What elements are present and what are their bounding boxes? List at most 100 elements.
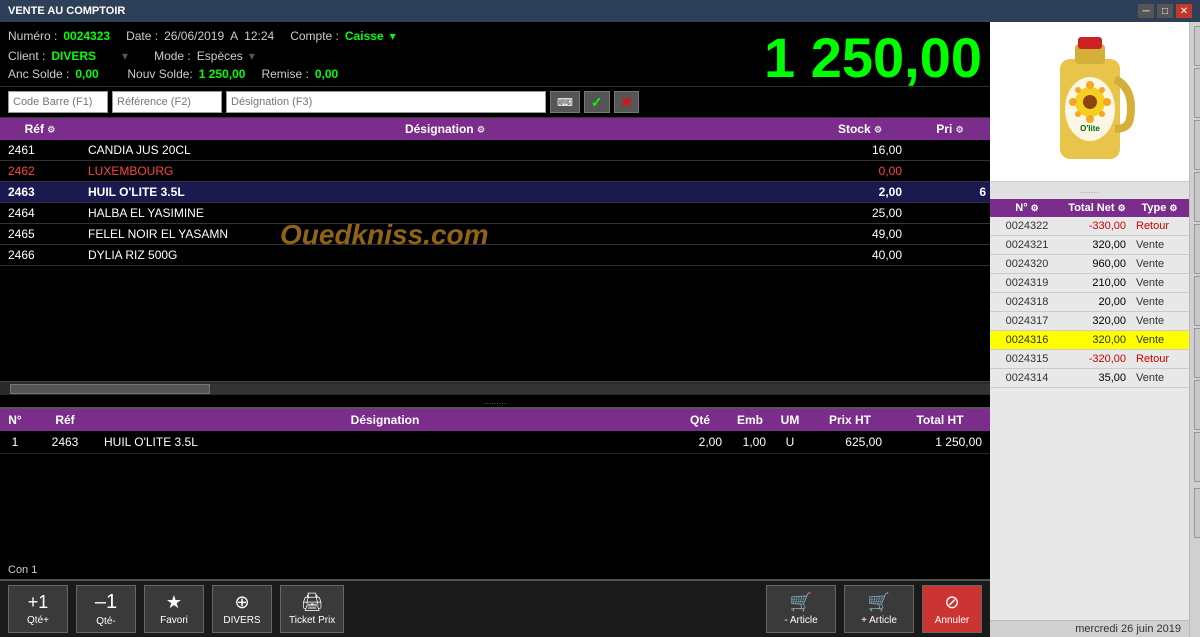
product-row-2463[interactable]: 2463 HUIL O'LITE 3.5L 2,00 6 — [0, 182, 990, 203]
qte-plus-button[interactable]: +1 Qté+ — [8, 585, 68, 633]
numero-value: 0024323 — [63, 29, 110, 43]
row-designation: DYLIA RIZ 500G — [80, 248, 810, 262]
maximize-button[interactable]: □ — [1157, 4, 1173, 18]
remise-label: Remise : — [261, 67, 308, 81]
product-row-2461[interactable]: 2461 CANDIA JUS 20CL 16,00 — [0, 140, 990, 161]
product-image-area: O'lite — [990, 22, 1189, 182]
designation-input[interactable] — [226, 91, 546, 113]
ticket-prix-button[interactable]: 🖨 Ticket Prix — [280, 585, 344, 633]
row-ref: 2462 — [0, 164, 80, 178]
row-designation: LUXEMBOURG — [80, 164, 810, 178]
trans-col-type: Type ⚙ — [1132, 202, 1187, 214]
row-ref: 2461 — [0, 143, 80, 157]
window-controls: ─ □ ✕ — [1138, 4, 1192, 18]
status-datetime: mercredi 26 juin 2019 — [1075, 623, 1181, 635]
close-button[interactable]: ✕ — [1176, 4, 1192, 18]
action-buttons: Vente 👤 Client 💳 S Crédit 💾 Avec Ticket … — [1189, 22, 1200, 637]
compte-label: Compte : — [290, 29, 339, 43]
confirm-button[interactable]: ✓ — [584, 91, 610, 113]
client-button[interactable]: 👤 Client — [1194, 68, 1200, 118]
trans-row-0024318[interactable]: 0024318 20,00 Vente — [990, 293, 1189, 312]
article-minus-button[interactable]: 🛒 - Article — [766, 585, 836, 633]
divers-button[interactable]: ⊕ DIVERS — [212, 585, 272, 633]
order-item-desig: HUIL O'LITE 3.5L — [100, 435, 670, 449]
transaction-section: N° ⚙ Total Net ⚙ Type ⚙ 0024322 -330,00 … — [990, 199, 1189, 620]
a-label: A — [230, 29, 238, 43]
app-title: VENTE AU COMPTOIR — [8, 5, 125, 17]
scredit-button[interactable]: 💳 S Crédit — [1194, 120, 1200, 170]
separator-dots-1: ......... — [0, 395, 990, 407]
trans-row-0024320[interactable]: 0024320 960,00 Vente — [990, 255, 1189, 274]
minus-icon: –1 — [95, 591, 117, 614]
product-row-2466[interactable]: 2466 DYLIA RIZ 500G 40,00 — [0, 245, 990, 266]
order-item-num: 1 — [0, 435, 30, 449]
close-red-button[interactable]: ✕ — [1194, 488, 1200, 538]
nouv-solde-label: Nouv Solde: — [127, 67, 192, 81]
cancel-search-button[interactable]: ✕ — [614, 91, 640, 113]
row-ref: 2466 — [0, 248, 80, 262]
imprimer-button[interactable]: 🖨 Imprimer — [1194, 380, 1200, 430]
search-bar: ⌨ ✓ ✕ — [0, 86, 990, 118]
order-row-1[interactable]: 1 2463 HUIL O'LITE 3.5L 2,00 1,00 U 625,… — [0, 431, 990, 454]
transaction-header: N° ⚙ Total Net ⚙ Type ⚙ — [990, 199, 1189, 217]
parametres-button[interactable]: ⚙ Paramètres — [1194, 432, 1200, 482]
barcode-input[interactable] — [8, 91, 108, 113]
order-col-ref: Réf — [30, 413, 100, 427]
article-plus-button[interactable]: 🛒 + Article — [844, 585, 914, 633]
vente-button[interactable]: Vente — [1194, 26, 1200, 66]
qte-minus-button[interactable]: –1 Qté- — [76, 585, 136, 633]
time-value: 12:24 — [244, 29, 274, 43]
svg-text:O'lite: O'lite — [1080, 124, 1100, 133]
row-designation: CANDIA JUS 20CL — [80, 143, 810, 157]
terroir-button[interactable]: 🌍 Terroir — [1194, 328, 1200, 378]
header-row-1: Numéro : 0024323 Date : 26/06/2019 A 12:… — [0, 25, 990, 47]
horizontal-scrollbar[interactable] — [10, 384, 210, 394]
client-label: Client : — [8, 49, 45, 63]
product-row-2462[interactable]: 2462 LUXEMBOURG 0,00 — [0, 161, 990, 182]
star-icon: ★ — [166, 592, 182, 613]
trans-row-0024315[interactable]: 0024315 -320,00 Retour — [990, 350, 1189, 369]
order-table-header: N° Réf Désignation Qté Emb UM Prix HT To… — [0, 409, 990, 431]
scroll-dots: ....... — [990, 182, 1189, 199]
trans-row-0024321[interactable]: 0024321 320,00 Vente — [990, 236, 1189, 255]
product-table: Réf ⚙ Désignation ⚙ Stock ⚙ Pri ⚙ 2461 C… — [0, 118, 990, 395]
cart-plus-icon: 🛒 — [868, 592, 890, 613]
trans-row-0024314[interactable]: 0024314 35,00 Vente — [990, 369, 1189, 388]
cart-minus-icon: 🛒 — [790, 592, 812, 613]
row-stock: 49,00 — [810, 227, 910, 241]
product-row-2464[interactable]: 2464 HALBA EL YASIMINE 25,00 — [0, 203, 990, 224]
remise-value: 0,00 — [315, 67, 338, 81]
trans-row-0024317[interactable]: 0024317 320,00 Vente — [990, 312, 1189, 331]
order-col-num: N° — [0, 413, 30, 427]
right-side: O'lite ....... N° ⚙ Total Net ⚙ Type ⚙ 0… — [990, 22, 1200, 637]
client-value: DIVERS — [51, 49, 96, 63]
minimize-button[interactable]: ─ — [1138, 4, 1154, 18]
order-item-emb: 1,00 — [730, 435, 770, 449]
order-col-total: Total HT — [890, 413, 990, 427]
product-table-header: Réf ⚙ Désignation ⚙ Stock ⚙ Pri ⚙ — [0, 118, 990, 140]
order-col-um: UM — [770, 413, 810, 427]
product-row-2465[interactable]: 2465 FELEL NOIR EL YASAMN Ouedkniss.com … — [0, 224, 990, 245]
reference-input[interactable] — [112, 91, 222, 113]
keyboard-button[interactable]: ⌨ — [550, 91, 580, 113]
circle-icon: ⊕ — [234, 592, 249, 613]
row-ref: 2463 — [0, 185, 80, 199]
row-stock: 25,00 — [810, 206, 910, 220]
annuler-button[interactable]: ⊘ Annuler — [922, 585, 982, 633]
trans-row-0024319[interactable]: 0024319 210,00 Vente — [990, 274, 1189, 293]
title-bar: VENTE AU COMPTOIR ─ □ ✕ — [0, 0, 1200, 22]
order-col-qte: Qté — [670, 413, 730, 427]
sans-ticket-button[interactable]: 💾 Sans Ticket — [1194, 224, 1200, 274]
compte-value: Caisse — [345, 29, 384, 43]
instance-button[interactable]: 👤 Instance — [1194, 276, 1200, 326]
favori-button[interactable]: ★ Favori — [144, 585, 204, 633]
product-image: O'lite — [1040, 29, 1140, 174]
avec-ticket-button[interactable]: 💾 Avec Ticket — [1194, 172, 1200, 222]
order-item-prix: 625,00 — [810, 435, 890, 449]
trans-row-0024316[interactable]: 0024316 320,00 Vente — [990, 331, 1189, 350]
bottom-toolbar: +1 Qté+ –1 Qté- ★ Favori ⊕ DIVERS 🖨 Tick… — [0, 579, 990, 637]
trans-row-0024322[interactable]: 0024322 -330,00 Retour — [990, 217, 1189, 236]
col-header-ref: Réf ⚙ — [0, 122, 80, 136]
left-panel: Numéro : 0024323 Date : 26/06/2019 A 12:… — [0, 22, 990, 637]
numero-label: Numéro : — [8, 29, 57, 43]
